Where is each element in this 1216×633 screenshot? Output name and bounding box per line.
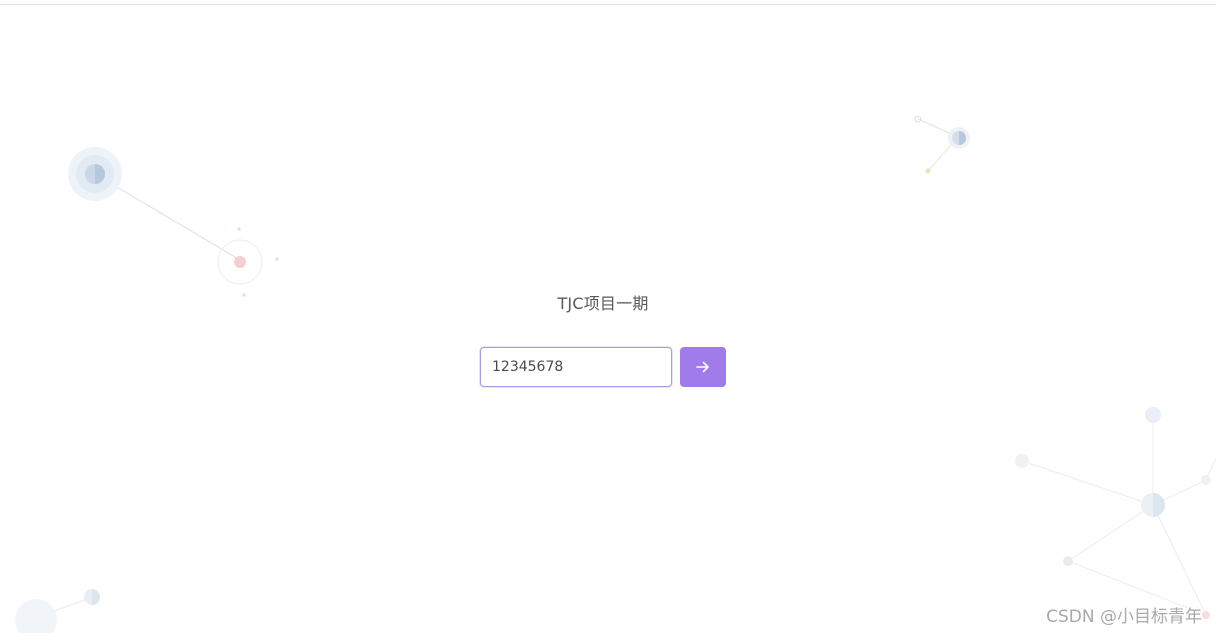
decor-cluster-bottom-right	[1015, 407, 1216, 619]
page-title: TJC项目一期	[557, 294, 649, 313]
submit-button[interactable]	[680, 347, 726, 387]
login-page: TJC项目一期 CSDN @小目标青年	[0, 0, 1216, 633]
background-network-decoration	[15, 115, 1216, 633]
access-code-input[interactable]	[480, 347, 672, 387]
arrow-right-icon	[696, 361, 709, 373]
decor-cluster-left	[68, 147, 279, 297]
decor-cluster-top-right	[914, 115, 970, 174]
decor-cluster-bottom-left	[15, 589, 100, 633]
csdn-watermark: CSDN @小目标青年	[1046, 607, 1202, 627]
